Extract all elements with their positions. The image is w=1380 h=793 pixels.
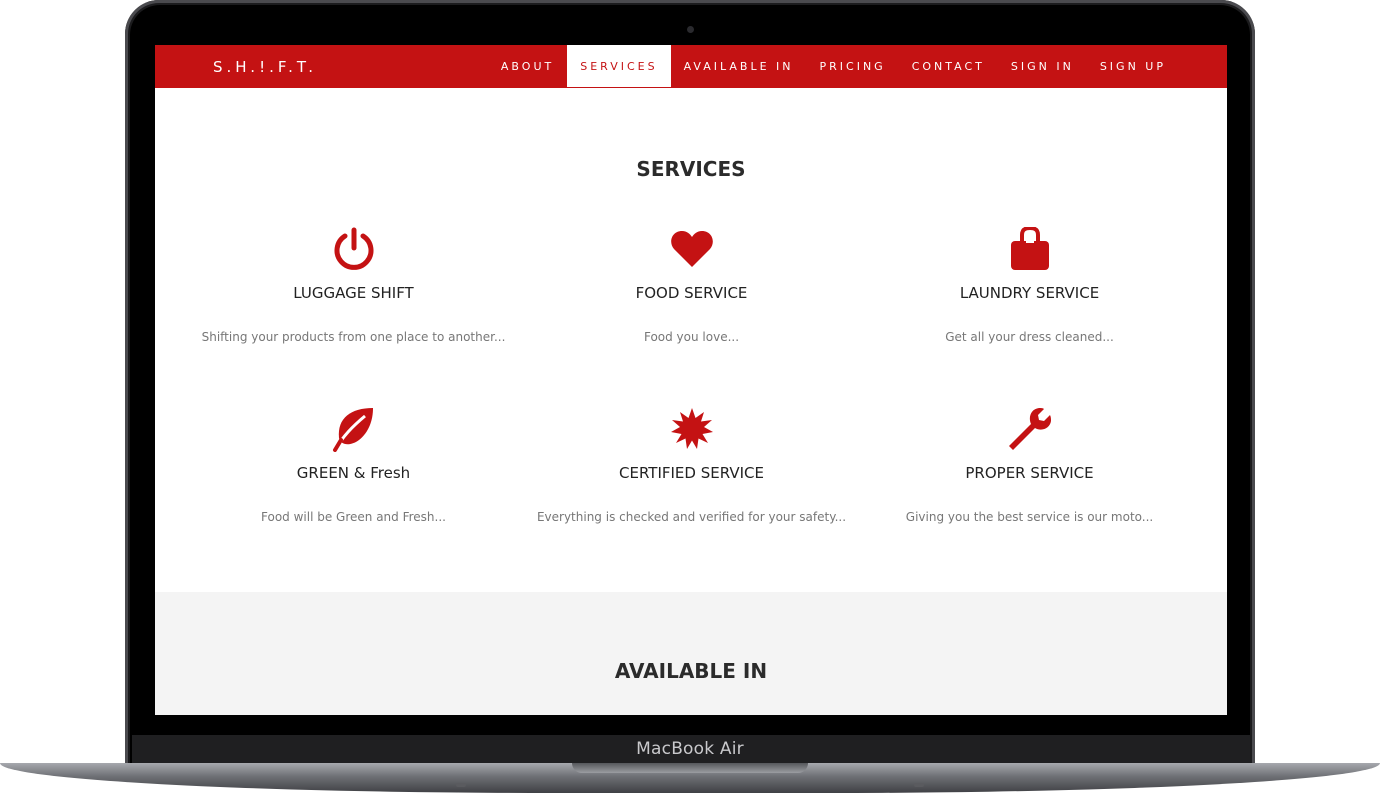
site-logo[interactable]: S.H.!.F.T. <box>213 58 317 76</box>
service-desc: Food will be Green and Fresh... <box>261 510 446 524</box>
available-heading: AVAILABLE IN <box>614 659 768 683</box>
nav-item-available-in[interactable]: AVAILABLE IN <box>671 45 807 88</box>
badge-icon <box>523 405 860 453</box>
nav-item-sign-in[interactable]: SIGN IN <box>998 45 1087 88</box>
nav-item-services[interactable]: SERVICES <box>567 45 671 88</box>
nav-item-about[interactable]: ABOUT <box>488 45 567 88</box>
service-card: GREEN & Fresh Food will be Green and Fre… <box>185 405 522 524</box>
available-section: AVAILABLE IN <box>155 592 1227 715</box>
service-desc: Get all your dress cleaned... <box>945 330 1114 344</box>
service-desc: Food you love... <box>643 330 740 344</box>
service-desc: Shifting your products from one place to… <box>201 330 506 344</box>
power-icon <box>185 225 522 273</box>
wrench-icon <box>861 405 1198 453</box>
laptop-foot <box>914 783 924 787</box>
laptop-foot <box>456 783 466 787</box>
nav-menu: ABOUT SERVICES AVAILABLE IN PRICING CONT… <box>488 45 1179 88</box>
service-title: PROPER SERVICE <box>965 464 1094 482</box>
device-label: MacBook Air <box>636 739 744 759</box>
service-card: LUGGAGE SHIFT Shifting your products fro… <box>185 225 522 344</box>
nav-item-pricing[interactable]: PRICING <box>807 45 899 88</box>
service-card: LAUNDRY SERVICE Get all your dress clean… <box>861 225 1198 344</box>
service-card: FOOD SERVICE Food you love... <box>523 225 860 344</box>
laptop-notch <box>572 763 808 773</box>
service-card: PROPER SERVICE Giving you the best servi… <box>861 405 1198 524</box>
nav-item-sign-up[interactable]: SIGN UP <box>1087 45 1179 88</box>
service-desc: Everything is checked and verified for y… <box>536 510 847 524</box>
service-title: GREEN & Fresh <box>296 464 411 482</box>
heart-icon <box>523 225 860 273</box>
service-title: CERTIFIED SERVICE <box>619 464 764 482</box>
service-title: LAUNDRY SERVICE <box>959 284 1100 302</box>
service-card: CERTIFIED SERVICE Everything is checked … <box>523 405 860 524</box>
camera-icon <box>687 26 694 33</box>
bag-icon <box>861 225 1198 273</box>
leaf-icon <box>185 405 522 453</box>
service-title: LUGGAGE SHIFT <box>293 284 414 302</box>
service-title: FOOD SERVICE <box>635 284 748 302</box>
services-heading: SERVICES <box>636 157 746 181</box>
screen: S.H.!.F.T. ABOUT SERVICES AVAILABLE IN P… <box>155 45 1227 715</box>
service-desc: Giving you the best service is our moto.… <box>905 510 1154 524</box>
nav-item-contact[interactable]: CONTACT <box>899 45 998 88</box>
top-nav: S.H.!.F.T. ABOUT SERVICES AVAILABLE IN P… <box>155 45 1227 88</box>
